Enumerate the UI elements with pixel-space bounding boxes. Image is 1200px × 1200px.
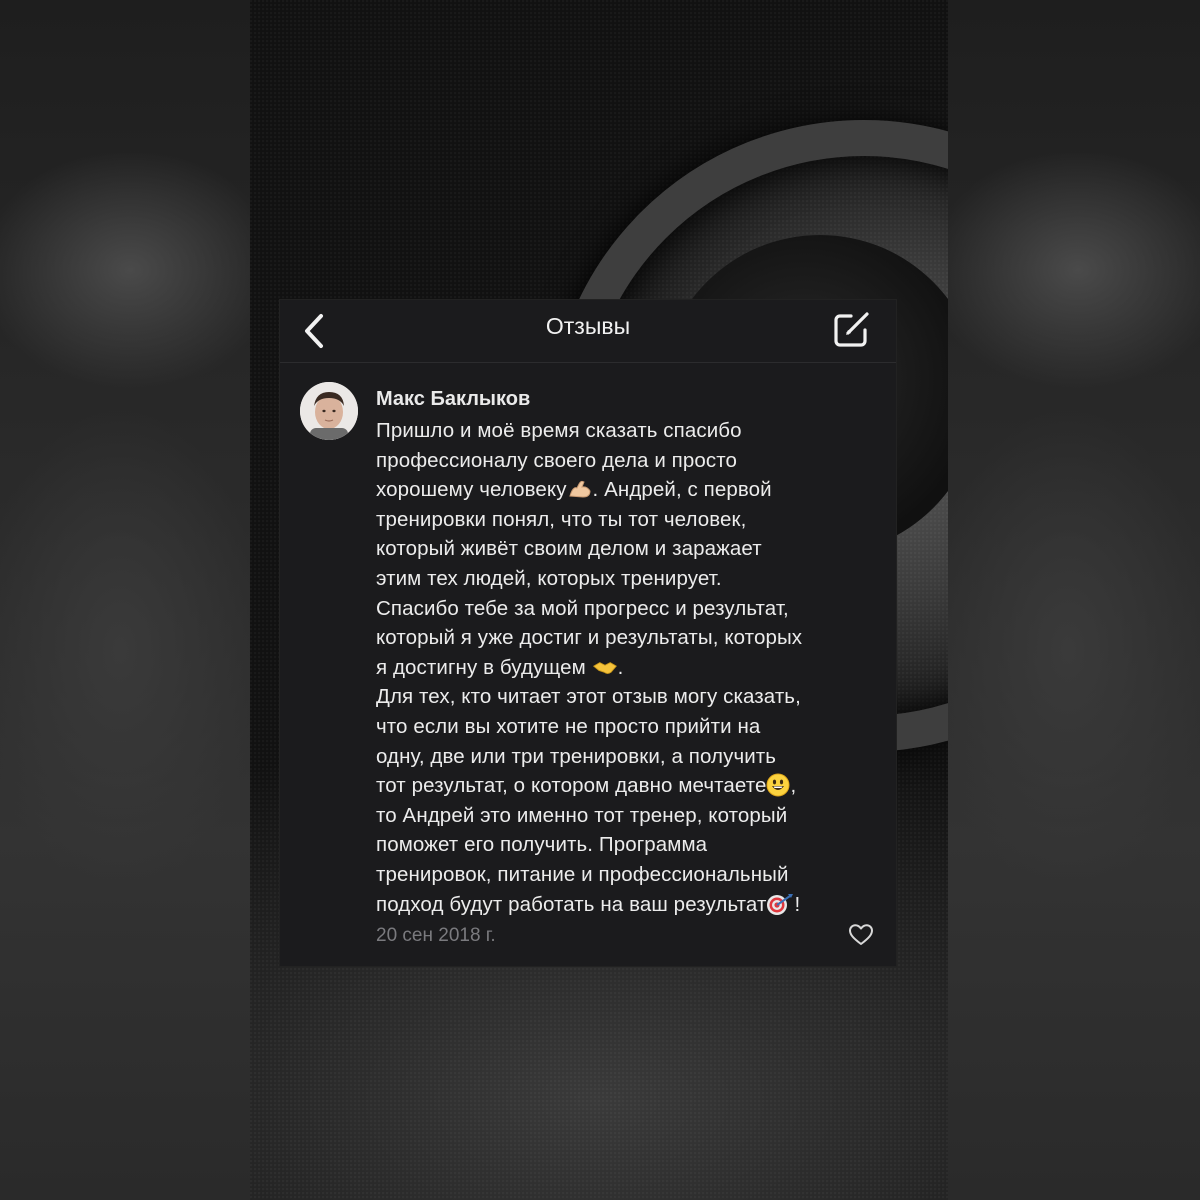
write-review-button[interactable] bbox=[828, 307, 874, 353]
blurred-background-left bbox=[0, 0, 250, 1200]
page-title: Отзывы bbox=[545, 313, 631, 339]
avatar[interactable] bbox=[300, 382, 358, 440]
review-text-part: ! bbox=[794, 892, 801, 916]
review-content: Макс Баклыков Пришло и моё время сказать… bbox=[376, 386, 876, 953]
review-text: Пришло и моё время сказать спасибо профе… bbox=[376, 416, 876, 919]
reviews-screen: Отзывы Макс Баклыков Пришло и моё время … bbox=[280, 300, 896, 966]
review-text-part: . Андрей, с первой тренировки понял, что… bbox=[376, 478, 803, 679]
author-name[interactable]: Макс Баклыков bbox=[376, 386, 876, 412]
heart-icon bbox=[849, 924, 873, 946]
direct-hit-emoji bbox=[767, 893, 794, 915]
compose-icon bbox=[834, 312, 869, 347]
flexed-biceps-emoji bbox=[568, 481, 591, 498]
handshake-emoji bbox=[592, 661, 617, 674]
like-button[interactable] bbox=[848, 923, 876, 949]
screen: Отзывы Макс Баклыков Пришло и моё время … bbox=[0, 0, 1200, 1200]
nav-bar: Отзывы bbox=[280, 300, 896, 363]
review-footer: 20 сен 2018 г. bbox=[376, 919, 876, 953]
blurred-background-right bbox=[948, 0, 1200, 1200]
smiley-emoji bbox=[766, 773, 790, 797]
review-date: 20 сен 2018 г. bbox=[376, 925, 496, 947]
review-item: Макс Баклыков Пришло и моё время сказать… bbox=[300, 382, 876, 953]
